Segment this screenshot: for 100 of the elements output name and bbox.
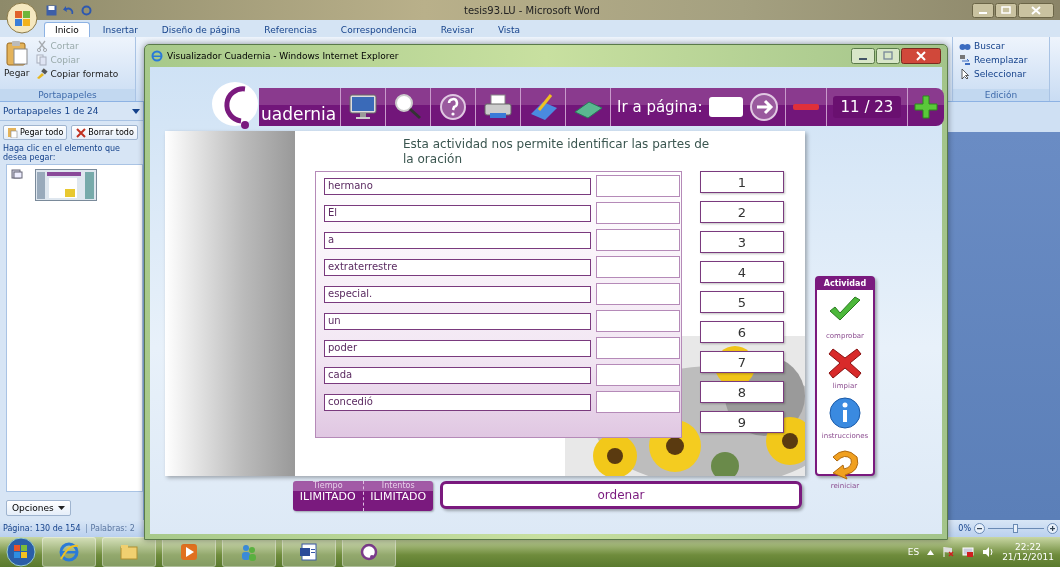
ribbon-tab[interactable]: Diseño de página [150,22,252,37]
number-box[interactable]: 4 [700,261,784,283]
ribbon-tab[interactable]: Revisar [429,22,485,37]
options-button[interactable]: Opciones [6,500,71,516]
zoom-out-icon[interactable] [974,523,985,534]
pane-button[interactable]: Borrar todo [71,125,138,140]
minus-icon[interactable] [791,102,820,112]
word-field: El [324,204,591,222]
people-icon [239,542,259,562]
paste-button[interactable]: Pegar [4,40,30,86]
number-box[interactable]: 5 [700,291,784,313]
number-box[interactable]: 2 [700,201,784,223]
answer-box[interactable] [596,337,680,359]
answer-box[interactable] [596,202,680,224]
number-box[interactable]: 1 [700,171,784,193]
mode-label: ordenar [440,481,802,509]
restore-icon[interactable] [995,2,1017,18]
ribbon-tab[interactable]: Correspondencia [329,22,428,37]
start-button-icon[interactable] [6,537,36,567]
speaker-icon[interactable] [982,546,995,558]
copy-icon [35,54,48,66]
limit-value: ILIMITADO [370,490,427,503]
limit-label: Tiempo [312,481,343,490]
group-label: Edición [953,89,1049,101]
screenshot-thumbnail[interactable] [35,169,97,201]
clip-item-icon [11,169,23,179]
answer-box[interactable] [596,310,680,332]
answer-box[interactable] [596,175,680,197]
ribbon-button[interactable]: Seleccionar [959,68,1043,80]
undo-icon[interactable] [63,4,75,16]
info-icon [827,395,863,431]
word-field: especial. [324,285,591,303]
goto-label: Ir a página: [617,98,703,116]
zoom-level: 0% [958,524,971,533]
taskbar-button[interactable] [42,537,96,567]
panel-title: Actividad [817,278,873,290]
word-field: hermano [324,177,591,195]
group-label: Portapapeles [0,89,135,101]
answer-box[interactable] [596,364,680,386]
word-field: poder [324,339,591,357]
ribbon-tab[interactable]: Inicio [44,22,90,37]
limit-value: ILIMITADO [299,490,356,503]
number-box[interactable]: 9 [700,411,784,433]
browser-icon [151,50,163,62]
page-input[interactable] [708,97,743,117]
page-indicator: 11 / 23 [832,96,902,118]
letter-c-logo-icon [359,542,379,562]
play-icon [179,542,199,562]
ribbon-button[interactable]: Copiar formato [35,68,119,80]
dropdown-icon [57,506,65,510]
tray-arrow-icon[interactable] [927,549,935,555]
hint-text: Haga clic en el elemento que desea pegar: [2,144,121,164]
ribbon-tab[interactable]: Insertar [91,22,149,37]
scissors-icon [35,40,48,52]
monitor-icon[interactable] [347,92,380,122]
folder-icon [119,542,139,562]
logo-text: uadernia [260,104,338,126]
page-count: Página: 130 de 154 [3,524,81,533]
ribbon-tab[interactable]: Vista [486,22,532,37]
number-box[interactable]: 7 [700,351,784,373]
pane-button[interactable]: Pegar todo [3,125,68,140]
answer-box[interactable] [596,229,680,251]
word-field: extraterrestre [324,258,591,276]
replace-icon [959,54,971,66]
close-icon[interactable] [901,48,941,64]
ribbon-button[interactable]: Reemplazar [959,54,1043,66]
number-box[interactable]: 8 [700,381,784,403]
word-field: a [324,231,591,249]
number-box[interactable]: 3 [700,231,784,253]
zoom-in-icon[interactable] [1047,523,1058,534]
window-title: tesis93.LU - Microsoft Word [463,4,601,16]
limit-label: Intentos [381,481,415,490]
clipboard-icon [5,40,28,66]
pane-title: Portapapeles 1 de 24 [3,106,99,116]
word-field: un [324,312,591,330]
answer-box[interactable] [596,283,680,305]
flag-icon[interactable] [942,546,955,558]
dropdown-icon[interactable] [132,108,140,114]
ribbon-button[interactable]: Buscar [959,40,1043,52]
word-field: cada [324,366,591,384]
pointer-icon [959,68,971,80]
ribbon-tab[interactable]: Referencias [253,22,328,37]
clock[interactable]: 22:22 21/12/2011 [1002,542,1054,562]
cross-icon [75,127,87,138]
document-icon [299,542,319,562]
minimize-icon[interactable] [972,2,994,18]
instruction-text: Esta actividad nos permite identificar las partes de la oración [403,137,711,167]
window-title: Visualizador Cuadernia - Windows Internet Explorer [167,51,399,61]
clipboard-icon [7,127,18,138]
browser-icon [59,542,79,562]
plus-icon[interactable] [914,95,939,119]
word-field: concedió [324,393,591,411]
close-icon[interactable] [1018,2,1054,18]
save-icon[interactable] [46,4,57,16]
word-count: Palabras: 2 [85,524,135,533]
number-box[interactable]: 6 [700,321,784,343]
maximize-icon[interactable] [876,48,900,64]
minimize-icon[interactable] [851,48,875,64]
answer-box[interactable] [596,391,680,413]
answer-box[interactable] [596,256,680,278]
